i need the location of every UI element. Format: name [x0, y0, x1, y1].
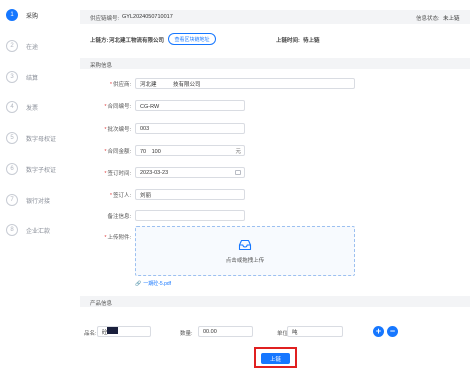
- step-label: 结算: [26, 75, 39, 82]
- step-label: 采购: [26, 13, 39, 20]
- status-label: 信息状态:: [416, 16, 440, 22]
- upload-hint: 点击或拖拽上传: [225, 257, 265, 264]
- supplier-label: *供应商:: [109, 82, 131, 88]
- batch-no-field[interactable]: 003: [135, 123, 245, 134]
- purchase-section-header: 采购信息: [80, 58, 470, 69]
- contract-amount-field[interactable]: 70 100 元: [135, 145, 245, 156]
- step-digital-parent-certificate[interactable]: 5 数字母权证: [6, 132, 56, 144]
- step-number: 8: [6, 224, 18, 236]
- sign-time-label: *签订时间:: [104, 171, 131, 177]
- remark-label: 备注信息:: [107, 214, 131, 220]
- product-name-field[interactable]: 砼: [97, 326, 151, 337]
- step-number: 5: [6, 132, 18, 144]
- step-label: 银行对接: [26, 198, 51, 205]
- step-number: 3: [6, 71, 18, 83]
- quantity-field[interactable]: 00.00: [198, 326, 253, 337]
- step-enterprise-remittance[interactable]: 8 企业汇款: [6, 224, 50, 236]
- unit-field[interactable]: 吨: [287, 326, 343, 337]
- contract-amount-label: *合同金额:: [104, 149, 131, 155]
- step-number: 4: [6, 101, 18, 113]
- step-invoice[interactable]: 4 发票: [6, 101, 38, 113]
- contract-no-field[interactable]: CG-RW: [135, 100, 245, 111]
- signer-field[interactable]: 刘丽: [135, 189, 245, 200]
- attachment-label: *上传附件:: [104, 235, 131, 241]
- uplink-party-label: 上链方:: [90, 38, 109, 44]
- header-bar: 供应链编号: GYL2024050710017 信息状态: 未上链: [80, 10, 470, 24]
- view-blockchain-address-button[interactable]: 查看区块链地址: [168, 33, 216, 45]
- inbox-icon: [238, 239, 252, 250]
- calendar-icon: [235, 170, 241, 175]
- redacted-block: [107, 327, 118, 334]
- step-label: 在途: [26, 44, 39, 51]
- step-procurement[interactable]: 1 采购: [6, 9, 38, 21]
- step-number: 7: [6, 194, 18, 206]
- currency-unit: 元: [235, 148, 241, 155]
- attached-file-link[interactable]: 🔗 一期砼-5.pdf: [135, 280, 172, 288]
- product-section-header: 产品信息: [80, 296, 470, 307]
- product-name-label: 品名:: [84, 331, 97, 337]
- contract-no-label: *合同编号:: [104, 104, 131, 110]
- step-label: 企业汇款: [26, 228, 51, 235]
- step-label: 发票: [26, 105, 39, 112]
- step-number: 6: [6, 163, 18, 175]
- supplier-field[interactable]: 河北建 技有限公司: [135, 78, 355, 89]
- uplink-time: 待上链: [303, 38, 320, 44]
- quantity-label: 数量:: [180, 331, 193, 337]
- step-digital-child-certificate[interactable]: 6 数字子权证: [6, 163, 56, 175]
- add-product-button[interactable]: +: [373, 326, 384, 337]
- status-value: 未上链: [443, 16, 460, 22]
- remove-product-button[interactable]: −: [387, 326, 398, 337]
- attachment-paperclip-icon: 🔗: [135, 280, 142, 287]
- file-upload-dropzone[interactable]: 点击或拖拽上传: [135, 226, 355, 276]
- supply-chain-no-label: 供应链编号:: [90, 16, 120, 22]
- uplink-time-label: 上链时间:: [276, 38, 300, 44]
- step-label: 数字母权证: [26, 136, 57, 143]
- step-label: 数字子权证: [26, 167, 57, 174]
- signer-label: *签订人:: [109, 193, 131, 199]
- attached-file-name: 一期砼-5.pdf: [143, 281, 172, 287]
- sign-time-datepicker[interactable]: 2023-03-23: [135, 167, 245, 178]
- step-number: 1: [6, 9, 18, 21]
- step-number: 2: [6, 40, 18, 52]
- uplink-party: 河北建工物流有限公司: [109, 38, 165, 44]
- step-settlement[interactable]: 3 结算: [6, 71, 38, 83]
- product-section-title: 产品信息: [90, 301, 113, 307]
- step-bank-integration[interactable]: 7 银行对接: [6, 194, 50, 206]
- batch-no-label: *批次编号:: [104, 127, 131, 133]
- purchase-section-title: 采购信息: [90, 63, 113, 69]
- uplink-submit-button[interactable]: 上链: [261, 353, 290, 364]
- remark-field[interactable]: [135, 210, 245, 221]
- supply-chain-no: GYL2024050710017: [122, 14, 173, 20]
- step-in-transit[interactable]: 2 在途: [6, 40, 38, 52]
